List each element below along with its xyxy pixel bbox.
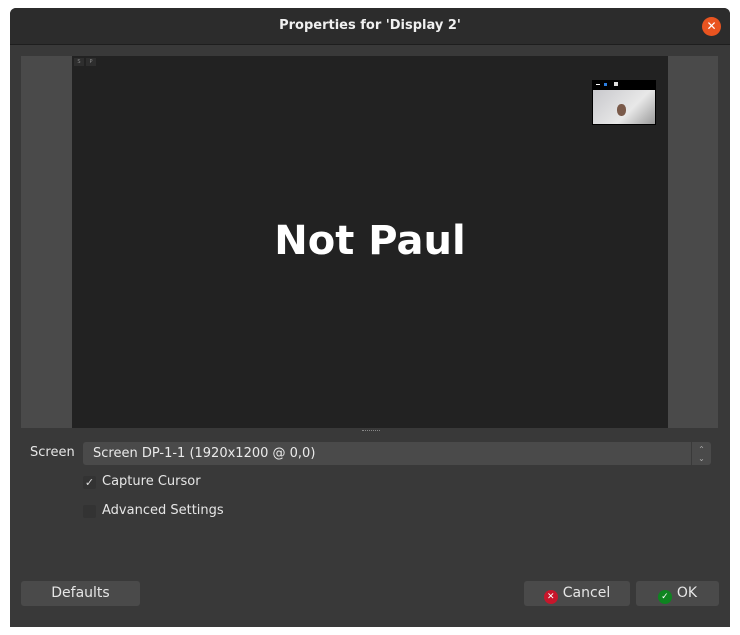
preview-mini-button[interactable]: P bbox=[86, 58, 96, 66]
properties-dialog: Properties for 'Display 2' ✕ S P Not Pau… bbox=[10, 8, 730, 627]
screen-select-value: Screen DP-1-1 (1920x1200 @ 0,0) bbox=[93, 446, 316, 461]
preview-screen: S P Not Paul bbox=[72, 56, 668, 428]
ok-label: OK bbox=[676, 585, 698, 601]
advanced-settings-label[interactable]: Advanced Settings bbox=[102, 503, 224, 518]
screen-select[interactable]: Screen DP-1-1 (1920x1200 @ 0,0) ⌃ ⌄ bbox=[83, 442, 711, 465]
ok-button[interactable]: ✓ OK bbox=[636, 581, 719, 606]
chevron-updown-icon: ⌃ ⌄ bbox=[691, 442, 711, 465]
close-button[interactable]: ✕ bbox=[702, 17, 721, 36]
defaults-button[interactable]: Defaults bbox=[21, 581, 140, 606]
close-icon: ✕ bbox=[706, 19, 717, 33]
dialog-title: Properties for 'Display 2' bbox=[279, 18, 461, 33]
video-thumbnail bbox=[592, 80, 656, 125]
preview-mini-button[interactable]: S bbox=[74, 58, 84, 66]
cancel-button[interactable]: ✕ Cancel bbox=[524, 581, 630, 606]
title-bar: Properties for 'Display 2' ✕ bbox=[10, 8, 730, 45]
cancel-label: Cancel bbox=[562, 585, 611, 601]
source-preview: S P Not Paul bbox=[21, 56, 718, 428]
capture-cursor-checkbox[interactable]: ✓ bbox=[83, 476, 96, 489]
capture-cursor-label[interactable]: Capture Cursor bbox=[102, 474, 201, 489]
preview-text: Not Paul bbox=[274, 218, 466, 264]
advanced-settings-checkbox[interactable] bbox=[83, 505, 96, 518]
cancel-icon: ✕ bbox=[543, 590, 558, 604]
screen-label: Screen bbox=[30, 445, 75, 460]
resize-handle[interactable] bbox=[362, 430, 380, 433]
check-icon: ✓ bbox=[657, 590, 672, 604]
